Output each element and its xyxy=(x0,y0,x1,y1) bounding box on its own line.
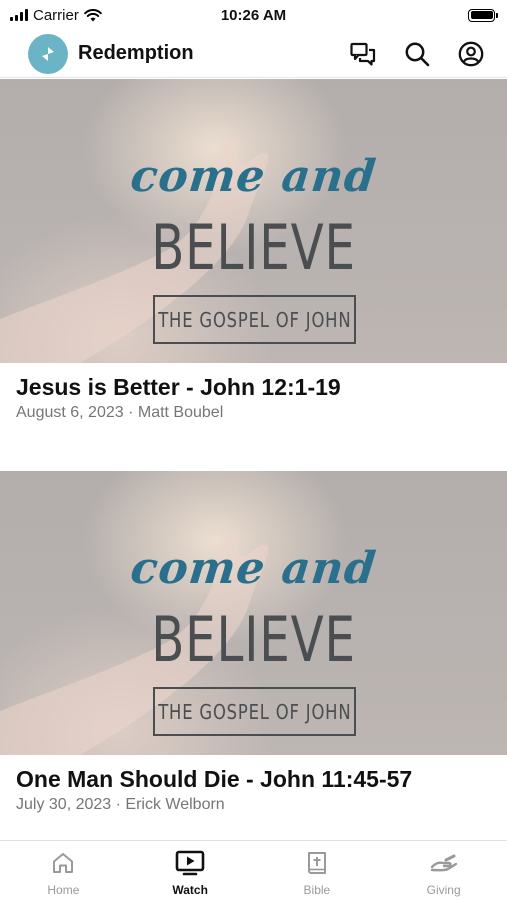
status-left: Carrier xyxy=(10,7,102,24)
giving-icon xyxy=(430,854,457,872)
artwork-script-text: come and xyxy=(128,151,379,202)
sermon-card-body: One Man Should Die - John 11:45-57 July … xyxy=(0,755,507,814)
tab-label: Bible xyxy=(303,883,331,897)
artwork-subtitle-box: THE GOSPEL OF JOHN xyxy=(153,295,356,344)
home-icon xyxy=(53,853,74,873)
app-header: Redemption xyxy=(0,30,507,78)
app-title: Redemption xyxy=(78,42,194,64)
sermon-feed: come and BELIEVE THE GOSPEL OF JOHN Jesu… xyxy=(0,79,507,814)
profile-button[interactable] xyxy=(453,36,489,72)
search-icon xyxy=(405,42,430,66)
chat-button[interactable] xyxy=(345,36,381,72)
wifi-icon xyxy=(84,8,102,21)
sermon-artwork: come and BELIEVE THE GOSPEL OF JOHN xyxy=(0,79,507,363)
tab-watch[interactable]: Watch xyxy=(127,841,254,900)
artwork-script-text: come and xyxy=(128,543,379,594)
tab-label: Home xyxy=(47,883,80,897)
profile-icon xyxy=(458,41,484,66)
sermon-artwork: come and BELIEVE THE GOSPEL OF JOHN xyxy=(0,471,507,755)
sermon-card-body: Jesus is Better - John 12:1-19 August 6,… xyxy=(0,363,507,422)
header-actions xyxy=(345,36,489,72)
carrier-label: Carrier xyxy=(33,6,79,24)
sermon-card[interactable]: come and BELIEVE THE GOSPEL OF JOHN One … xyxy=(0,471,507,814)
tv-icon xyxy=(175,850,205,876)
sermon-title[interactable]: One Man Should Die - John 11:45-57 xyxy=(16,764,491,794)
signal-icon xyxy=(10,9,28,21)
tab-home[interactable]: Home xyxy=(0,841,127,900)
logo-icon xyxy=(42,46,54,61)
sermon-thumbnail[interactable]: come and BELIEVE THE GOSPEL OF JOHN xyxy=(0,471,507,755)
sermon-meta: August 6, 2023 · Matt Boubel xyxy=(16,404,224,421)
sermon-card[interactable]: come and BELIEVE THE GOSPEL OF JOHN Jesu… xyxy=(0,79,507,422)
battery-icon xyxy=(468,8,498,22)
search-button[interactable] xyxy=(399,36,435,72)
tab-label: Giving xyxy=(426,883,461,897)
tab-giving[interactable]: Giving xyxy=(380,841,507,900)
artwork-subtitle-text: THE GOSPEL OF JOHN xyxy=(157,307,352,332)
sermon-thumbnail[interactable]: come and BELIEVE THE GOSPEL OF JOHN xyxy=(0,79,507,363)
sermon-title[interactable]: Jesus is Better - John 12:1-19 xyxy=(16,372,491,402)
artwork-title-text: BELIEVE xyxy=(151,211,356,284)
chat-icon xyxy=(350,42,376,66)
tab-label: Watch xyxy=(172,883,208,897)
artwork-subtitle-box: THE GOSPEL OF JOHN xyxy=(153,687,356,736)
artwork-subtitle-text: THE GOSPEL OF JOHN xyxy=(157,699,352,724)
artwork-title-text: BELIEVE xyxy=(151,603,356,676)
tab-bible[interactable]: Bible xyxy=(254,841,381,900)
status-bar: Carrier 10:26 AM xyxy=(0,0,507,30)
tab-bar: Home Watch Bible Giving xyxy=(0,840,507,900)
app-logo[interactable] xyxy=(28,33,68,74)
bible-icon xyxy=(307,852,326,874)
sermon-meta: July 30, 2023 · Erick Welborn xyxy=(16,796,225,813)
